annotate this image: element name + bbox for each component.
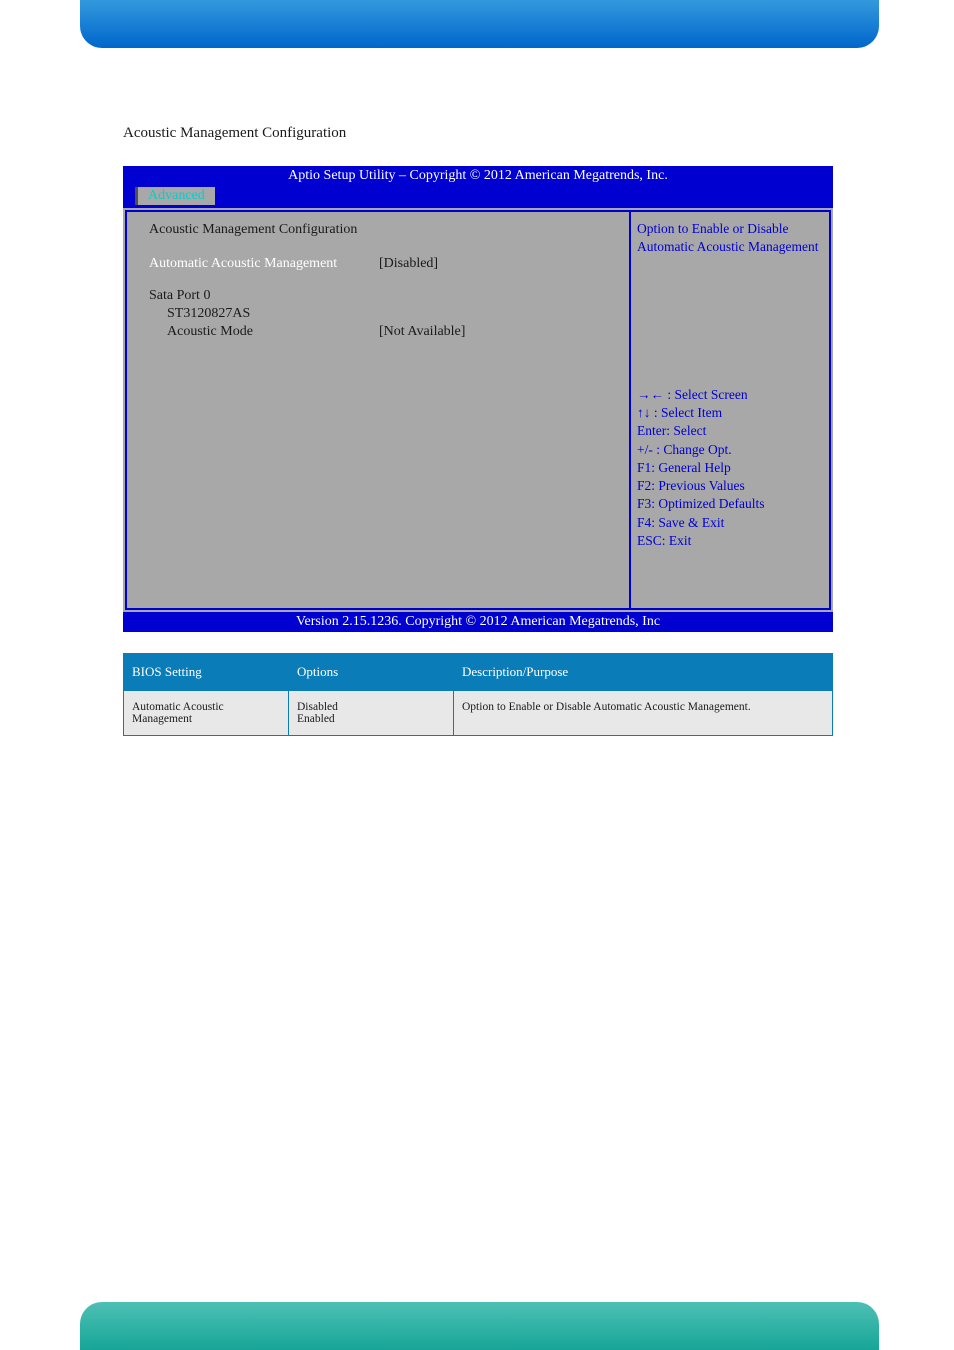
table-row: Automatic Acoustic Management Disabled E… xyxy=(124,691,833,736)
td-description: Option to Enable or Disable Automatic Ac… xyxy=(454,691,833,736)
td-setting: Automatic Acoustic Management xyxy=(124,691,289,736)
bios-side-panel: Option to Enable or Disable Automatic Ac… xyxy=(631,210,831,610)
key-help-line: F3: Optimized Defaults xyxy=(637,495,823,513)
bios-row-label: ST3120827AS xyxy=(149,306,379,322)
bottom-banner xyxy=(80,1302,879,1350)
td-options: Disabled Enabled xyxy=(289,691,454,736)
bios-row-label: Sata Port 0 xyxy=(149,288,379,304)
bios-row-value: [Not Available] xyxy=(379,324,465,340)
th-options: Options xyxy=(289,654,454,691)
key-help-line: Enter: Select xyxy=(637,422,823,440)
key-help-line: F4: Save & Exit xyxy=(637,514,823,532)
tab-advanced[interactable]: Advanced xyxy=(135,187,215,205)
section-title: Acoustic Management Configuration xyxy=(123,125,346,142)
bios-body: Acoustic Management Configuration Automa… xyxy=(123,208,833,612)
th-setting: BIOS Setting xyxy=(124,654,289,691)
bios-header: Aptio Setup Utility – Copyright © 2012 A… xyxy=(123,166,833,186)
th-description: Description/Purpose xyxy=(454,654,833,691)
bios-row-label: Automatic Acoustic Management xyxy=(149,256,379,272)
key-help-line: ESC: Exit xyxy=(637,532,823,550)
key-help-line: +/- : Change Opt. xyxy=(637,441,823,459)
key-help-line: ↑↓ : Select Item xyxy=(637,404,823,422)
bios-row: Acoustic Mode [Not Available] xyxy=(149,324,619,340)
bios-tab-bar: Advanced xyxy=(123,186,833,208)
key-help-line: →← : Select Screen xyxy=(637,386,823,404)
top-banner xyxy=(80,0,879,48)
bios-row: Sata Port 0 xyxy=(149,288,619,304)
key-help-line: F1: General Help xyxy=(637,459,823,477)
info-table: BIOS Setting Options Description/Purpose… xyxy=(123,653,833,736)
table-header-row: BIOS Setting Options Description/Purpose xyxy=(124,654,833,691)
bios-key-help: →← : Select Screen ↑↓ : Select Item Ente… xyxy=(637,386,823,550)
bios-row[interactable]: Automatic Acoustic Management [Disabled] xyxy=(149,256,619,272)
bios-footer: Version 2.15.1236. Copyright © 2012 Amer… xyxy=(123,612,833,632)
bios-section-heading: Acoustic Management Configuration xyxy=(149,222,619,238)
bios-main-panel: Acoustic Management Configuration Automa… xyxy=(125,210,631,610)
bios-row: ST3120827AS xyxy=(149,306,619,322)
bios-window: Aptio Setup Utility – Copyright © 2012 A… xyxy=(123,166,833,632)
bios-row-label: Acoustic Mode xyxy=(149,324,379,340)
key-help-line: F2: Previous Values xyxy=(637,477,823,495)
bios-help-text: Option to Enable or Disable Automatic Ac… xyxy=(637,220,823,256)
bios-row-value: [Disabled] xyxy=(379,256,438,272)
